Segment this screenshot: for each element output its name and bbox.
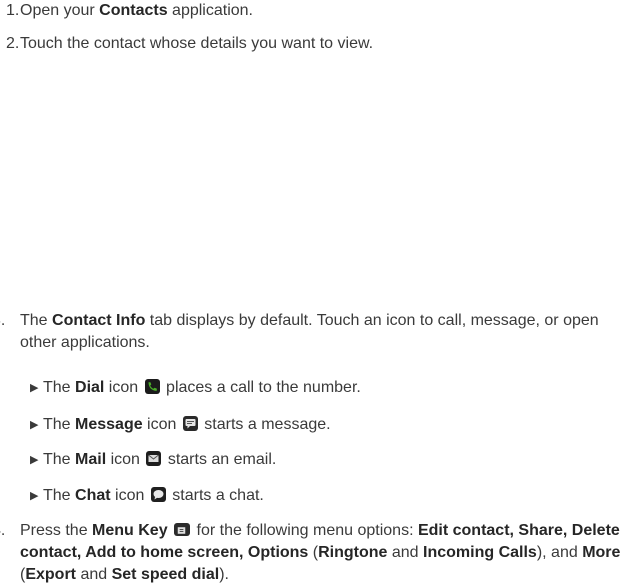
contacts-app-label: Contacts — [99, 2, 168, 19]
step-number: 1. — [6, 2, 20, 19]
dial-icon — [144, 379, 160, 394]
bullet-triangle-icon: ▶ — [30, 382, 39, 394]
contact-info-tab-label: Contact Info — [52, 312, 146, 329]
step-number: 3. — [0, 312, 6, 329]
menu-key-icon — [174, 523, 191, 536]
step-number: 4. — [0, 522, 6, 539]
mail-icon — [146, 451, 162, 466]
step-1: 1.Open your Contacts application. — [6, 0, 632, 22]
bullet-triangle-icon: ▶ — [30, 490, 39, 502]
step-3: 3.The Contact Info tab displays by defau… — [0, 312, 599, 351]
bullet-dial: ▶ The Dial icon places a call to the numb… — [30, 377, 632, 399]
menu-key-label: Menu Key — [92, 522, 168, 539]
bullet-triangle-icon: ▶ — [30, 419, 39, 431]
step-4: 4.Press the Menu Key for the following m… — [0, 522, 621, 583]
bullet-mail: ▶ The Mail icon starts an email. — [30, 449, 632, 471]
step-number: 2. — [6, 35, 20, 52]
message-icon — [182, 416, 198, 431]
step-2: 2.Touch the contact whose details you wa… — [6, 33, 632, 55]
bullet-message: ▶ The Message icon starts a message. — [30, 414, 632, 436]
bullet-triangle-icon: ▶ — [30, 454, 39, 466]
bullet-chat: ▶ The Chat icon starts a chat. — [30, 485, 632, 507]
chat-icon — [150, 487, 166, 502]
